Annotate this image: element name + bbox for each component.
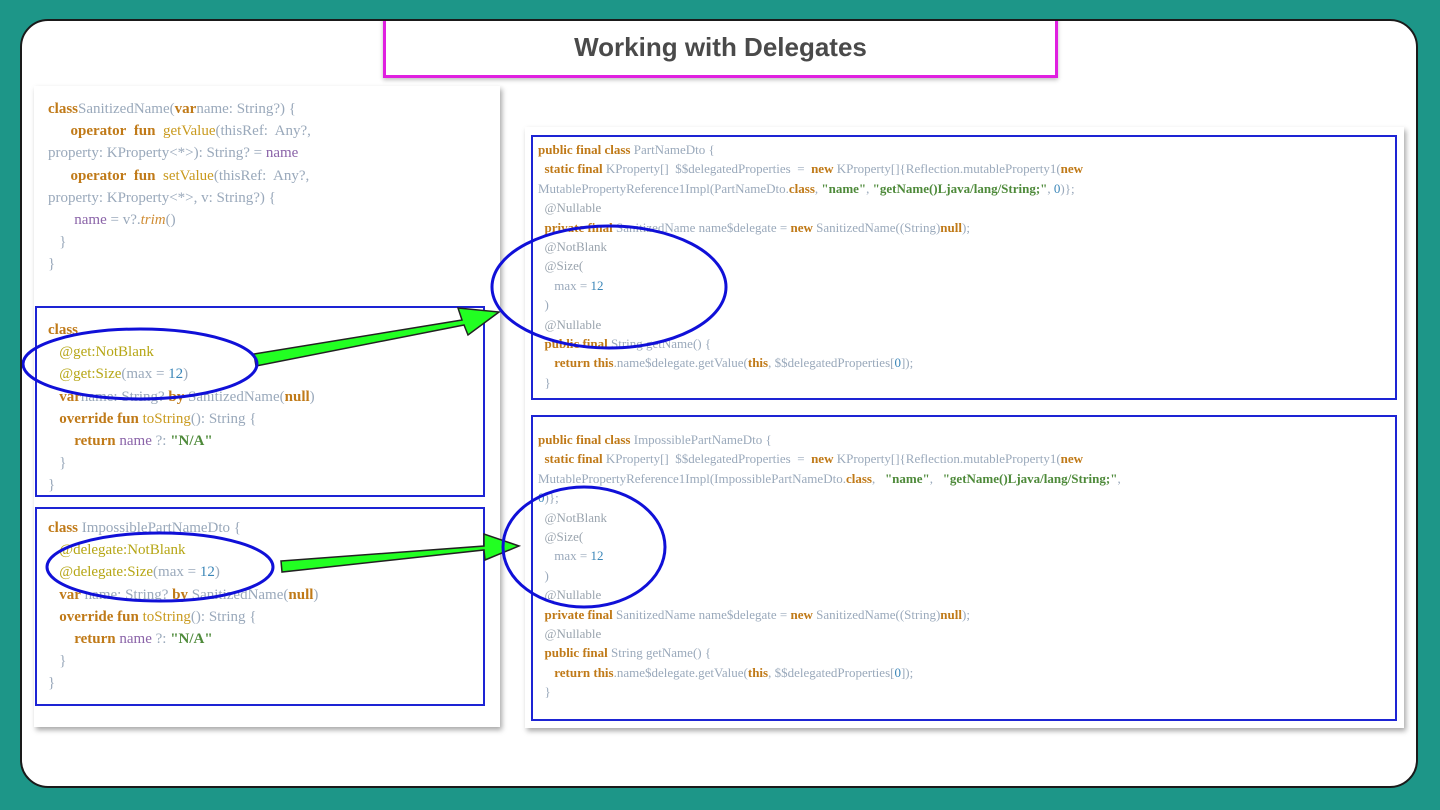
arrow-top: [253, 307, 502, 367]
arrow-bottom: [280, 532, 522, 573]
highlight-ellipse-java-delegate-annotations: [501, 485, 667, 609]
highlight-ellipse-get-annotations: [22, 327, 259, 401]
highlight-ellipse-delegate-annotations: [45, 531, 275, 603]
annotation-overlay: [22, 224, 728, 609]
slide: Working with Delegates classSanitizedNam…: [20, 19, 1418, 788]
highlight-ellipse-java-field-annotations: [490, 224, 728, 350]
